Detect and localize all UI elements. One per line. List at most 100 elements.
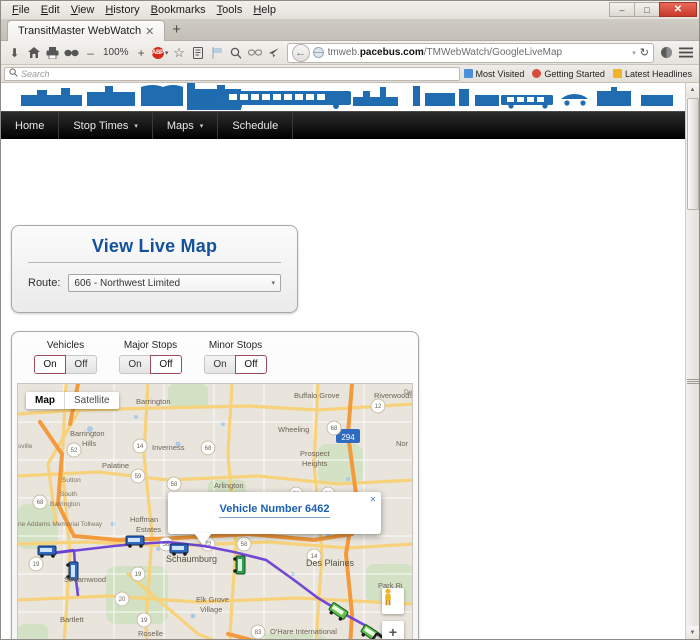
menu-bar: FFileile Edit View History Bookmarks Too… (1, 1, 699, 19)
zoom-level[interactable]: 100% (100, 47, 132, 58)
map-label: Wheeling (278, 425, 309, 434)
close-button[interactable]: ✕ (659, 2, 697, 17)
divider (28, 262, 281, 263)
bookmark-most-visited[interactable]: Most Visited (460, 69, 529, 79)
minimize-button[interactable]: – (609, 2, 635, 17)
map-label: Nor (396, 439, 409, 448)
map-label: Estates (136, 525, 161, 534)
route-select[interactable]: 606 - Northwest Limited ▾ (68, 274, 281, 292)
flag-icon[interactable] (208, 43, 227, 63)
scroll-down-button[interactable]: ▼ (686, 626, 699, 639)
map-label: Prospect (300, 449, 331, 458)
reload-icon[interactable]: ↻ (640, 46, 649, 59)
map-label: Inverness (152, 443, 185, 452)
bookmark-getting-started[interactable]: Getting Started (528, 69, 609, 79)
map-label: Elk Grove (196, 595, 229, 604)
svg-text:58: 58 (241, 542, 248, 548)
print-icon[interactable] (43, 43, 62, 63)
url-domain: pacebus.com (359, 47, 424, 58)
bookmark-latest-headlines[interactable]: Latest Headlines (609, 69, 696, 79)
google-map[interactable]: 294 12 68 52 14 68 59 58 68 58 72 58 19 … (17, 383, 413, 639)
svg-text:19: 19 (33, 562, 40, 568)
svg-text:83: 83 (255, 630, 262, 636)
adblock-plus-icon[interactable]: ABP ▾ (151, 43, 170, 63)
map-label: Hoffman (130, 515, 158, 524)
page-scrollbar[interactable]: ▲ ▼ (685, 83, 699, 639)
map-label: Barrington (70, 429, 105, 438)
chevron-down-icon: ▾ (199, 122, 204, 130)
svg-text:59: 59 (135, 474, 142, 480)
tab-transitmaster-webwatch[interactable]: TransitMaster WebWatch ✕ (7, 20, 166, 41)
map-label: Deerf (404, 389, 413, 396)
search-input[interactable]: Search (4, 66, 460, 81)
map-label: Streamwood (64, 575, 106, 584)
reader-mode-icon[interactable] (189, 43, 208, 63)
nav-label: Schedule (232, 119, 279, 132)
menu-edit[interactable]: Edit (36, 2, 66, 18)
home-icon[interactable] (24, 43, 43, 63)
search-icon[interactable] (227, 43, 246, 63)
menu-hamburger-icon[interactable] (676, 43, 695, 63)
map-label: Schaumburg (166, 554, 217, 564)
menu-view[interactable]: View (66, 2, 101, 18)
map-label: Sutton (62, 477, 81, 484)
map-type-map-button[interactable]: Map (26, 392, 64, 409)
bookmark-label: Getting Started (544, 68, 605, 79)
nav-label: Maps (166, 119, 194, 132)
nav-spacer (293, 112, 687, 139)
vehicles-off-button[interactable]: Off (65, 355, 97, 374)
menu-file[interactable]: FFileile (7, 2, 36, 18)
chevron-down-icon[interactable]: ▾ (632, 49, 636, 57)
url-bar[interactable]: ← tmweb.pacebus.com/TMWebWatch/GoogleLiv… (286, 42, 654, 63)
nav-item-maps[interactable]: Maps ▾ (153, 112, 219, 139)
zoom-in-button[interactable]: + (132, 43, 151, 63)
glasses-icon[interactable] (62, 43, 81, 63)
vehicle-info-window: Vehicle Number 6462 ✕ (168, 492, 381, 534)
bookmark-star-icon[interactable]: ☆ (170, 43, 189, 63)
menu-history[interactable]: History (100, 2, 145, 18)
zoom-out-button[interactable]: – (81, 43, 100, 63)
scrollbar-thumb[interactable] (687, 98, 699, 210)
web-page: Home Stop Times ▾ Maps ▾ Schedule View L… (1, 83, 687, 639)
map-label: Hills (82, 439, 96, 448)
nav-item-home[interactable]: Home (1, 112, 60, 139)
site-navigation: Home Stop Times ▾ Maps ▾ Schedule (1, 111, 687, 139)
major-stops-on-button[interactable]: On (119, 355, 151, 374)
feed-icon (612, 69, 622, 78)
map-type-satellite-button[interactable]: Satellite (65, 392, 119, 409)
vehicles-on-button[interactable]: On (34, 355, 66, 374)
svg-text:68: 68 (37, 500, 44, 506)
minor-stops-off-button[interactable]: Off (235, 355, 267, 374)
nav-label: Stop Times (73, 119, 129, 132)
url-text[interactable]: tmweb.pacebus.com/TMWebWatch/GoogleLiveM… (328, 47, 633, 58)
nav-item-stop-times[interactable]: Stop Times ▾ (59, 112, 153, 139)
menu-bookmarks[interactable]: Bookmarks (146, 2, 212, 18)
map-card: Vehicles On Off Major Stops On Off Minor… (11, 331, 419, 639)
new-tab-button[interactable]: + (165, 21, 188, 38)
major-stops-off-button[interactable]: Off (150, 355, 182, 374)
sync-icon[interactable] (657, 43, 676, 63)
map-label: O'Hare International (270, 627, 337, 636)
pegman-icon[interactable] (382, 588, 404, 614)
close-icon[interactable]: ✕ (141, 25, 158, 38)
zoom-in-button[interactable]: + (382, 621, 404, 639)
minor-stops-on-button[interactable]: On (204, 355, 236, 374)
firefox-icon (532, 69, 542, 78)
scroll-up-button[interactable]: ▲ (686, 83, 699, 97)
download-icon[interactable]: ⬇ (5, 43, 24, 63)
page-viewport: Home Stop Times ▾ Maps ▾ Schedule View L… (1, 83, 699, 639)
page-title: View Live Map (91, 236, 218, 256)
menu-help[interactable]: Help (248, 2, 282, 18)
back-icon[interactable]: ← (291, 43, 310, 62)
send-paper-plane-icon[interactable] (265, 43, 284, 63)
map-label: Barrington (136, 397, 171, 406)
toggle-group-minor-stops: Minor Stops On Off (204, 340, 267, 374)
nav-item-schedule[interactable]: Schedule (218, 112, 294, 139)
route-label: Route: (28, 277, 61, 289)
link-chain-icon[interactable] (246, 43, 265, 63)
maximize-button[interactable]: □ (634, 2, 660, 17)
close-icon[interactable]: ✕ (368, 494, 378, 504)
tab-strip: TransitMaster WebWatch ✕ + (1, 19, 699, 41)
menu-tools[interactable]: Tools (212, 2, 249, 18)
browser-window: FFileile Edit View History Bookmarks Too… (0, 0, 700, 640)
